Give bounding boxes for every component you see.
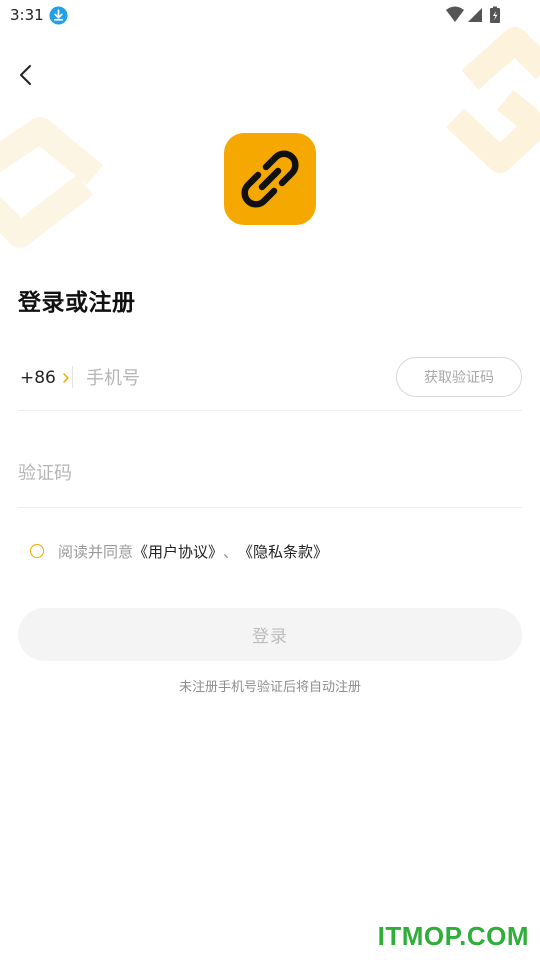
- signal-icon: [468, 8, 482, 22]
- get-code-button[interactable]: 获取验证码: [396, 357, 522, 397]
- phone-input[interactable]: [86, 360, 386, 396]
- agreement-checkbox[interactable]: [30, 544, 44, 558]
- status-bar: 3:31: [0, 0, 540, 32]
- agreement-prefix: 阅读并同意: [58, 542, 134, 561]
- link-icon: [241, 150, 299, 208]
- country-code-label: +86: [20, 368, 56, 388]
- page-title: 登录或注册: [18, 290, 136, 316]
- login-button[interactable]: 登录: [18, 608, 522, 661]
- country-code-selector[interactable]: +86: [20, 368, 69, 388]
- chevron-left-icon: [20, 65, 31, 85]
- status-icons: [446, 6, 500, 23]
- battery-charging-icon: [490, 6, 500, 23]
- status-time: 3:31: [10, 6, 44, 24]
- agreement-separator: 、: [223, 542, 239, 561]
- auto-register-hint: 未注册手机号验证后将自动注册: [178, 680, 361, 695]
- agreement-row: 阅读并同意 《用户协议》 、 《隐私条款》: [30, 540, 328, 562]
- wifi-icon: [446, 6, 464, 22]
- phone-row: +86 获取验证码: [18, 346, 522, 411]
- code-row: [18, 441, 522, 508]
- verification-code-input[interactable]: [18, 455, 498, 491]
- phone-divider: [72, 366, 73, 388]
- app-logo: [224, 133, 316, 225]
- privacy-policy-link[interactable]: 《隐私条款》: [238, 541, 328, 562]
- download-icon: [49, 6, 68, 25]
- watermark: ITMOP.COM: [377, 921, 529, 951]
- user-agreement-link[interactable]: 《用户协议》: [133, 541, 223, 562]
- chevron-right-icon: [63, 373, 69, 383]
- back-button[interactable]: [8, 58, 42, 92]
